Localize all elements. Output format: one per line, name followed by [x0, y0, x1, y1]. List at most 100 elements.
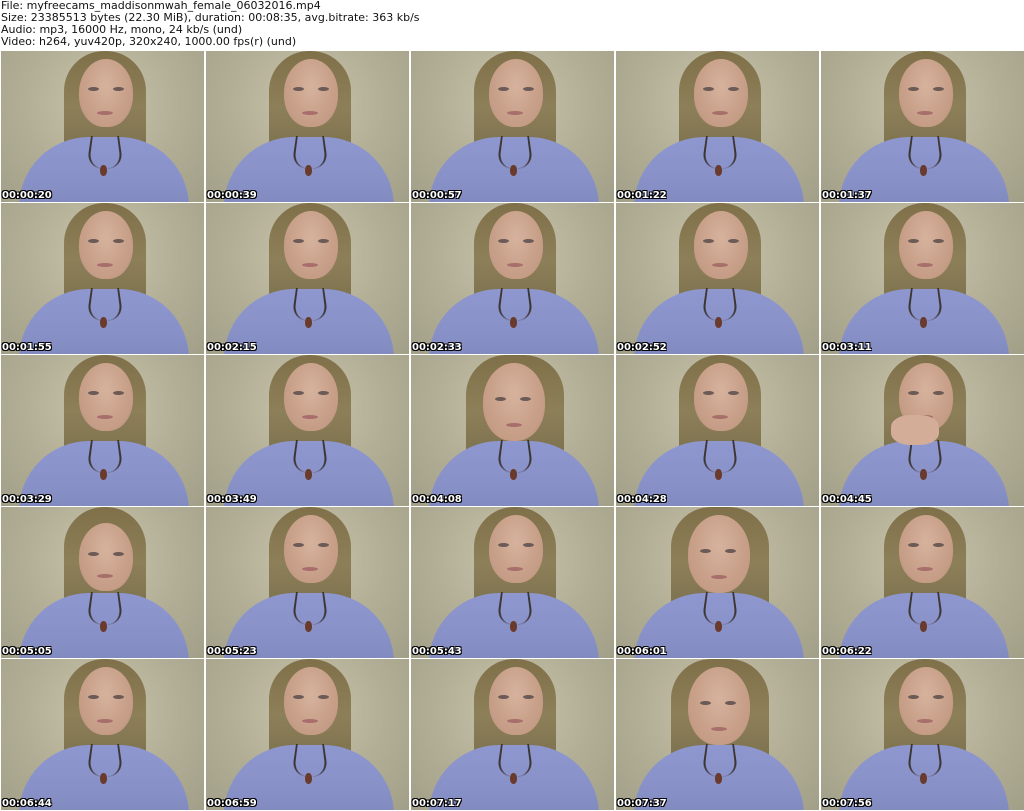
necklace-pendant: [305, 165, 312, 176]
frame-mouth: [917, 111, 933, 115]
necklace-pendant: [715, 469, 722, 480]
necklace-cord: [496, 288, 534, 321]
video-frame-thumbnail: 00:07:56: [821, 659, 1024, 810]
frame-face: [899, 667, 953, 735]
frame-face: [899, 515, 953, 583]
frame-mouth: [712, 263, 728, 267]
necklace-cord: [86, 136, 124, 169]
frame-mouth: [917, 719, 933, 723]
necklace-cord: [86, 288, 124, 321]
necklace-cord: [906, 592, 944, 625]
frame-mouth: [97, 574, 113, 578]
frame-face: [483, 363, 545, 441]
frame-face: [284, 59, 338, 127]
frame-mouth: [712, 111, 728, 115]
frame-eyes: [498, 239, 534, 244]
file-info-header: File: myfreecams_maddisonmwah_female_060…: [1, 0, 1021, 50]
frame-face: [79, 59, 133, 127]
frame-timestamp: 00:06:44: [2, 798, 52, 809]
frame-face: [79, 523, 133, 591]
video-frame-thumbnail: 00:02:33: [411, 203, 614, 354]
frame-timestamp: 00:01:55: [2, 342, 52, 353]
frame-eyes: [703, 391, 739, 396]
video-frame-thumbnail: 00:06:01: [616, 507, 819, 658]
frame-eyes: [293, 391, 329, 396]
video-frame-thumbnail: 00:07:37: [616, 659, 819, 810]
frame-face: [688, 515, 750, 593]
frame-timestamp: 00:00:20: [2, 190, 52, 201]
video-frame-thumbnail: 00:06:44: [1, 659, 204, 810]
video-frame-thumbnail: 00:00:39: [206, 51, 409, 202]
necklace-pendant: [100, 621, 107, 632]
frame-mouth: [507, 263, 523, 267]
necklace-pendant: [510, 621, 517, 632]
frame-mouth: [917, 567, 933, 571]
video-frame-thumbnail: 00:00:20: [1, 51, 204, 202]
video-frame-thumbnail: 00:00:57: [411, 51, 614, 202]
video-frame-thumbnail: 00:04:45: [821, 355, 1024, 506]
video-frame-thumbnail: 00:01:22: [616, 51, 819, 202]
frame-face: [694, 59, 748, 127]
frame-timestamp: 00:04:08: [412, 494, 462, 505]
frame-timestamp: 00:05:23: [207, 646, 257, 657]
frame-mouth: [712, 415, 728, 419]
necklace-pendant: [305, 621, 312, 632]
necklace-pendant: [510, 469, 517, 480]
video-frame-thumbnail: 00:05:05: [1, 507, 204, 658]
frame-eyes: [88, 391, 124, 396]
necklace-pendant: [100, 165, 107, 176]
frame-eyes: [495, 397, 531, 402]
frame-face: [489, 211, 543, 279]
frame-eyes: [703, 87, 739, 92]
frame-timestamp: 00:03:29: [2, 494, 52, 505]
frame-mouth: [302, 415, 318, 419]
necklace-cord: [86, 744, 124, 777]
frame-face: [284, 211, 338, 279]
frame-timestamp: 00:01:22: [617, 190, 667, 201]
frame-timestamp: 00:06:01: [617, 646, 667, 657]
video-frame-thumbnail: 00:03:11: [821, 203, 1024, 354]
necklace-cord: [701, 592, 739, 625]
frame-eyes: [498, 543, 534, 548]
video-frame-thumbnail: 00:04:08: [411, 355, 614, 506]
frame-face: [79, 667, 133, 735]
frame-timestamp: 00:07:56: [822, 798, 872, 809]
frame-mouth: [507, 567, 523, 571]
necklace-pendant: [100, 317, 107, 328]
frame-mouth: [302, 111, 318, 115]
necklace-pendant: [920, 773, 927, 784]
necklace-pendant: [510, 773, 517, 784]
frame-timestamp: 00:05:05: [2, 646, 52, 657]
frame-timestamp: 00:01:37: [822, 190, 872, 201]
necklace-pendant: [920, 317, 927, 328]
frame-timestamp: 00:06:22: [822, 646, 872, 657]
audio-info-line: Audio: mp3, 16000 Hz, mono, 24 kb/s (und…: [1, 24, 243, 36]
necklace-pendant: [305, 317, 312, 328]
frame-timestamp: 00:05:43: [412, 646, 462, 657]
frame-eyes: [498, 695, 534, 700]
frame-eyes: [700, 549, 736, 554]
frame-face: [284, 363, 338, 431]
file-name-line: File: myfreecams_maddisonmwah_female_060…: [1, 0, 321, 12]
necklace-cord: [496, 136, 534, 169]
frame-timestamp: 00:02:33: [412, 342, 462, 353]
frame-timestamp: 00:07:17: [412, 798, 462, 809]
necklace-pendant: [715, 621, 722, 632]
frame-mouth: [97, 415, 113, 419]
frame-timestamp: 00:06:59: [207, 798, 257, 809]
frame-timestamp: 00:02:15: [207, 342, 257, 353]
necklace-pendant: [920, 165, 927, 176]
frame-mouth: [302, 719, 318, 723]
video-frame-thumbnail: 00:06:22: [821, 507, 1024, 658]
frame-eyes: [908, 695, 944, 700]
frame-mouth: [711, 727, 727, 731]
file-size-line: Size: 23385513 bytes (22.30 MiB), durati…: [1, 12, 420, 24]
frame-mouth: [507, 111, 523, 115]
necklace-cord: [86, 592, 124, 625]
frame-mouth: [302, 567, 318, 571]
necklace-cord: [291, 288, 329, 321]
necklace-pendant: [100, 469, 107, 480]
necklace-cord: [291, 440, 329, 473]
video-info-line: Video: h264, yuv420p, 320x240, 1000.00 f…: [1, 36, 297, 48]
frame-eyes: [88, 239, 124, 244]
